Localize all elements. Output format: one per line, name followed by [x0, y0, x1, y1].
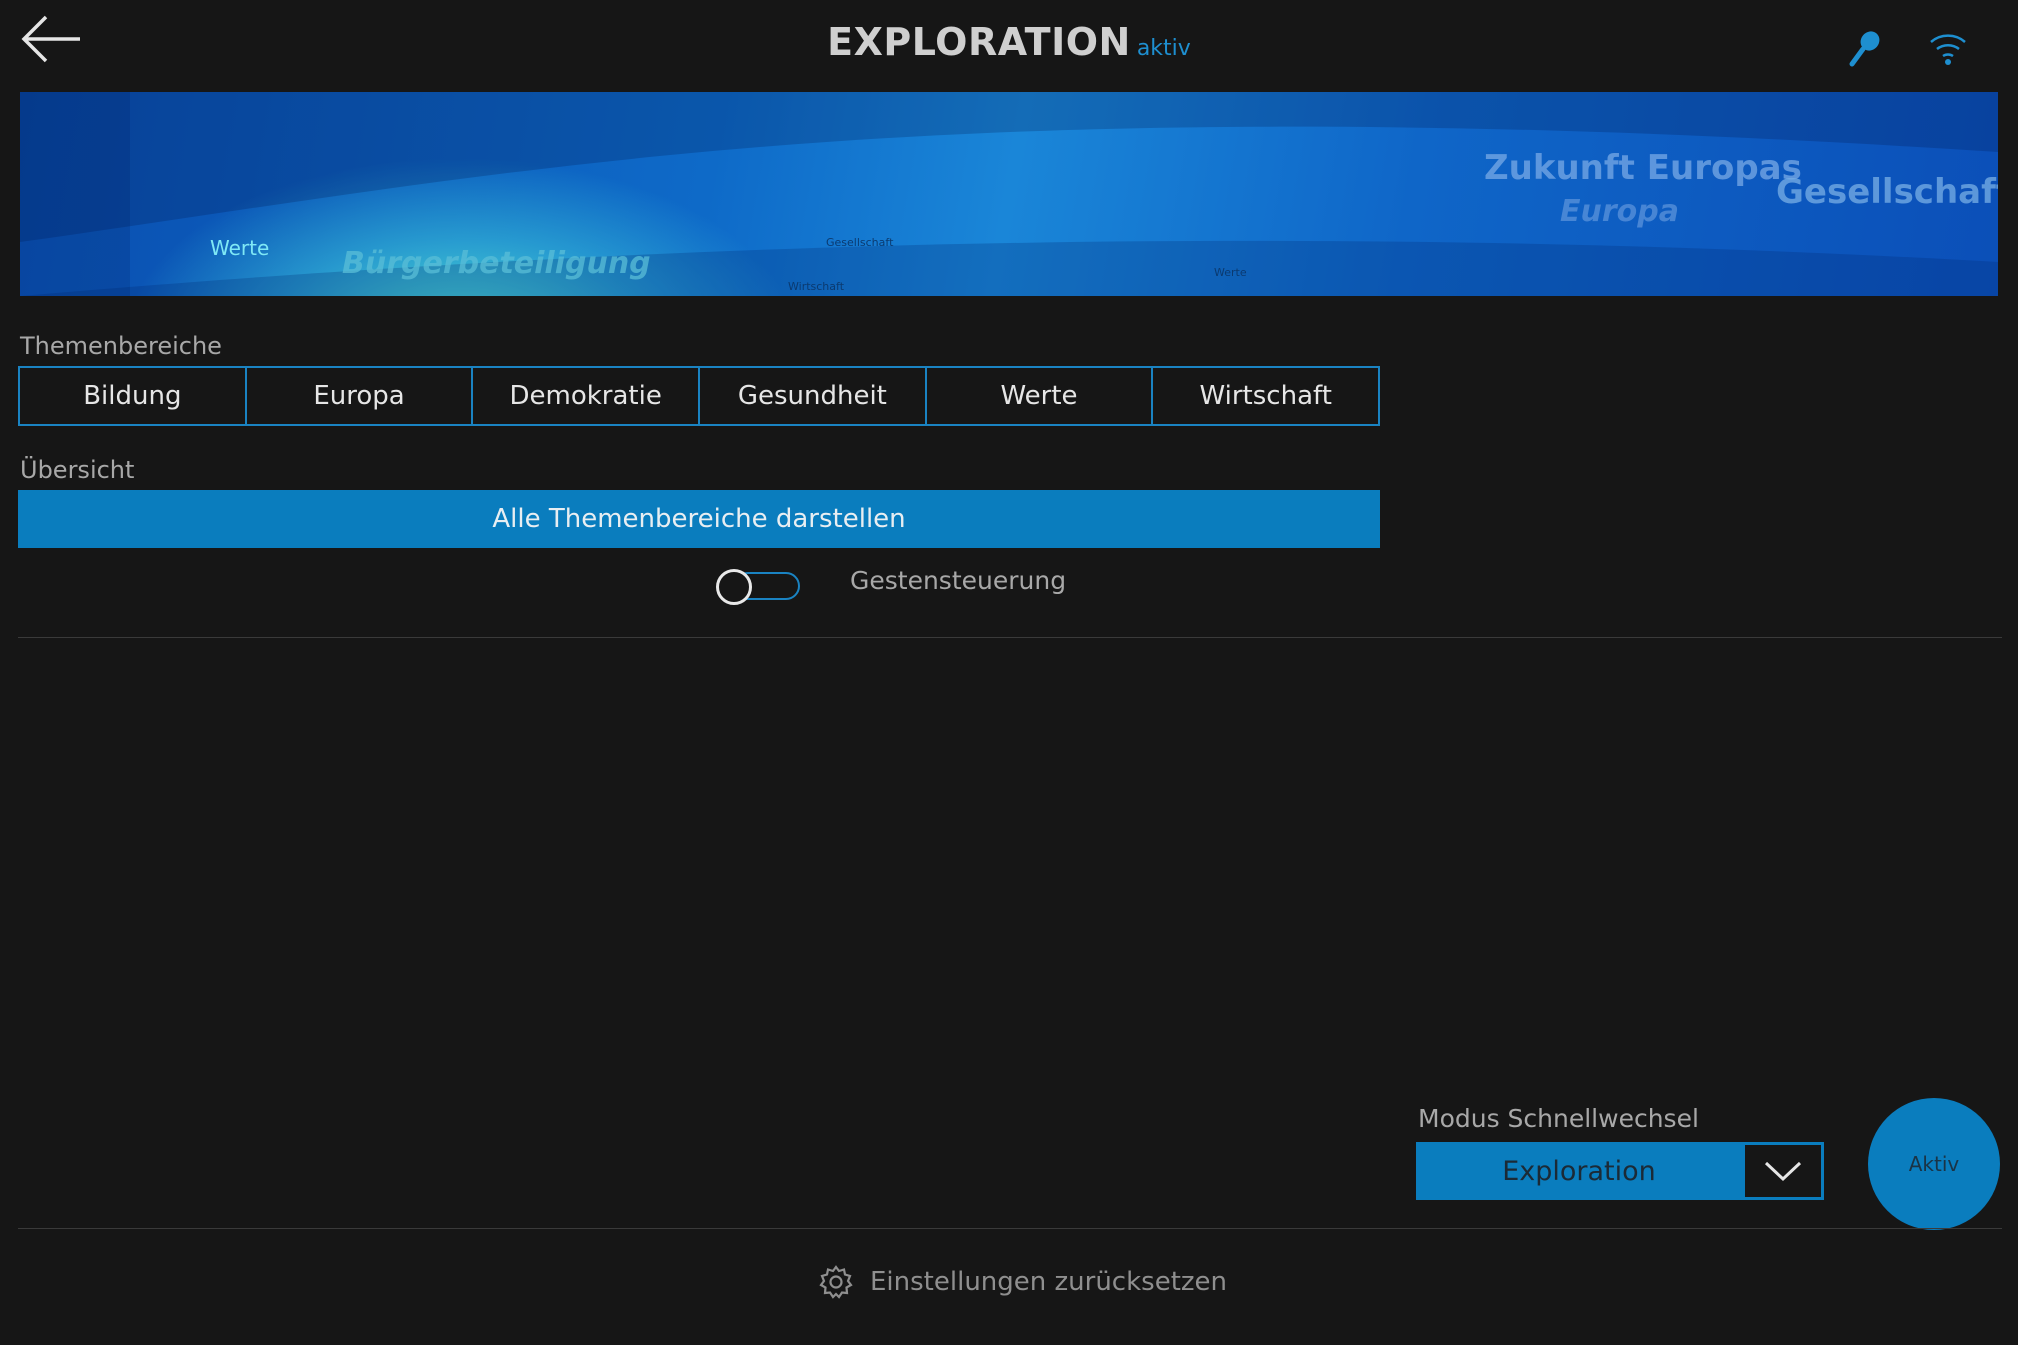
divider — [18, 1228, 2002, 1229]
banner-word: Bürgerbeteiligung — [342, 246, 651, 281]
banner-word: Werte — [210, 236, 270, 260]
wifi-icon — [1930, 34, 1966, 65]
tab-werte[interactable]: Werte — [925, 366, 1153, 426]
overview-label: Übersicht — [20, 456, 135, 484]
banner-word: Gesellschaft — [826, 236, 894, 249]
chevron-down-icon — [1764, 1161, 1802, 1182]
banner-word: Werte — [1214, 266, 1247, 279]
banner-decoration — [20, 92, 1998, 296]
tab-europa[interactable]: Europa — [245, 366, 473, 426]
divider — [18, 637, 2002, 638]
status-badge: aktiv — [1136, 36, 1191, 61]
toggle-knob — [716, 569, 752, 605]
gesture-toggle[interactable] — [716, 569, 802, 605]
themes-label: Themenbereiche — [20, 332, 222, 360]
microphone-icon — [1849, 31, 1880, 67]
topic-banner: Zukunft Europas Europa Gesellschaft Wert… — [20, 92, 1998, 296]
theme-tabs: Bildung Europa Demokratie Gesundheit Wer… — [18, 366, 1381, 426]
reset-settings-label: Einstellungen zurücksetzen — [870, 1267, 1228, 1297]
tab-demokratie[interactable]: Demokratie — [472, 366, 700, 426]
gear-icon — [819, 1265, 853, 1299]
banner-word: Europa — [1560, 194, 1679, 229]
tab-wirtschaft[interactable]: Wirtschaft — [1152, 366, 1381, 426]
gesture-toggle-label: Gestensteuerung — [850, 566, 1067, 595]
page-title: EXPLORATION aktiv — [0, 20, 2018, 64]
title-text: EXPLORATION — [827, 20, 1131, 64]
reset-settings-button[interactable]: Einstellungen zurücksetzen — [818, 1262, 1227, 1302]
microphone-button[interactable] — [1848, 30, 1882, 70]
wifi-status[interactable] — [1928, 30, 1968, 68]
mode-select-value: Exploration — [1416, 1142, 1742, 1200]
mode-switch-label: Modus Schnellwechsel — [1418, 1104, 1699, 1133]
banner-word: Gesellschaft — [1776, 172, 1998, 212]
tab-bildung[interactable]: Bildung — [18, 366, 246, 426]
mode-select[interactable]: Exploration — [1416, 1142, 1824, 1200]
aktiv-button[interactable]: Aktiv — [1868, 1098, 2000, 1230]
show-all-themes-button[interactable]: Alle Themenbereiche darstellen — [18, 490, 1380, 548]
banner-word: Zukunft Europas — [1484, 148, 1802, 188]
mode-select-toggle[interactable] — [1742, 1142, 1824, 1200]
tab-gesundheit[interactable]: Gesundheit — [699, 366, 926, 426]
banner-word: Wirtschaft — [788, 280, 845, 293]
